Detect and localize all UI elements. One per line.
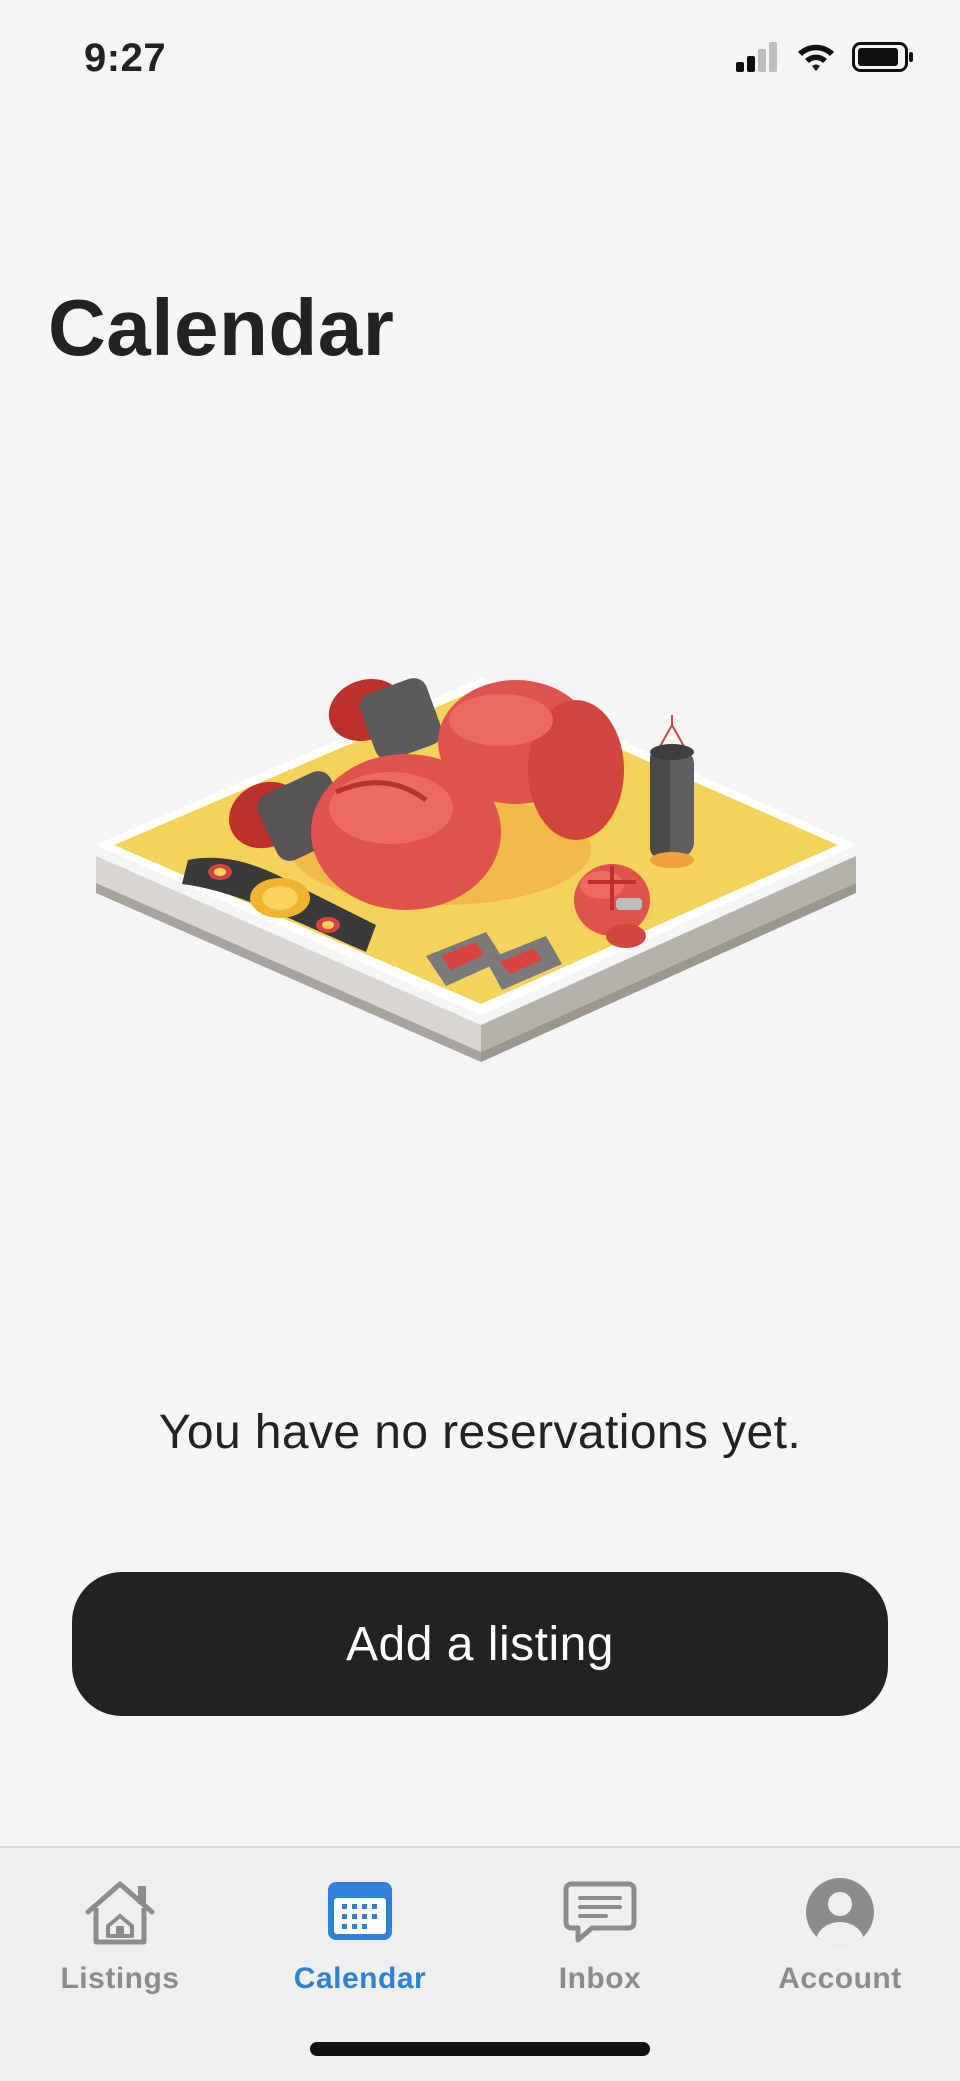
tab-label: Listings (60, 1962, 180, 1995)
wifi-icon (798, 44, 834, 71)
tab-calendar[interactable]: Calendar (240, 1876, 480, 2016)
status-icons (736, 42, 914, 72)
calendar-icon (318, 1876, 402, 1948)
add-listing-button[interactable]: Add a listing (72, 1572, 888, 1716)
empty-state-message: You have no reservations yet. (158, 1406, 802, 1459)
message-icon (558, 1876, 642, 1948)
tab-label: Calendar (293, 1962, 427, 1995)
tab-inbox[interactable]: Inbox (480, 1876, 720, 2016)
tab-bar: Listings Calendar Inbox Account (0, 1846, 960, 2081)
tab-label: Inbox (558, 1962, 642, 1995)
tab-label: Account (778, 1962, 902, 1995)
battery-icon (852, 42, 913, 72)
boxing-equipment-illustration (96, 678, 856, 1062)
home-indicator (310, 2042, 650, 2056)
cellular-signal-icon (736, 42, 777, 72)
person-icon (798, 1876, 882, 1948)
house-icon (78, 1876, 162, 1948)
status-time: 9:27 (84, 36, 167, 80)
tab-listings[interactable]: Listings (0, 1876, 240, 2016)
page-title: Calendar (48, 283, 395, 372)
status-bar: 9:27 (0, 0, 960, 120)
tab-account[interactable]: Account (720, 1876, 960, 2016)
